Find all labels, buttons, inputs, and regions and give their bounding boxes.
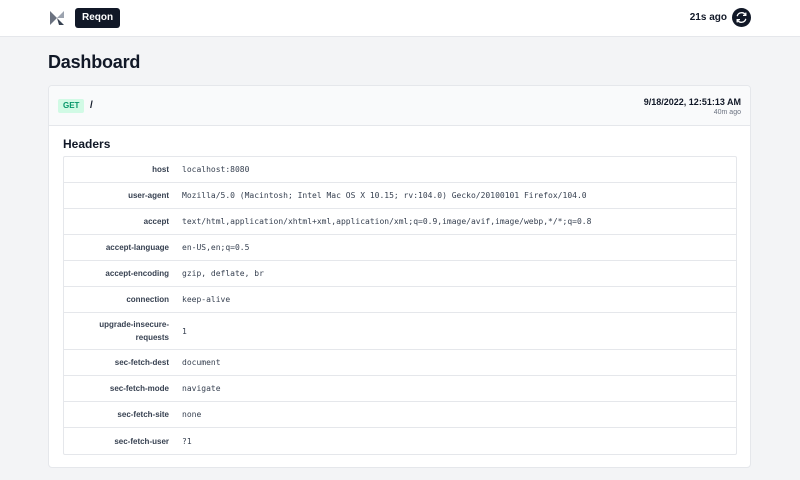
header-key: host <box>152 165 169 174</box>
header-key: upgrade-insecure-requests <box>99 320 169 342</box>
header-value: navigate <box>182 384 221 393</box>
table-row: accept-encoding gzip, deflate, br <box>64 261 736 287</box>
header-key: sec-fetch-site <box>117 410 169 419</box>
header-key: connection <box>126 295 169 304</box>
headers-section-title: Headers <box>63 137 111 151</box>
header-key: sec-fetch-user <box>114 436 169 446</box>
last-updated-text: 21s ago <box>689 12 727 23</box>
header-value: localhost:8080 <box>182 165 250 174</box>
header-value: ?1 <box>182 436 192 446</box>
header-value: en-US,en;q=0.5 <box>182 243 250 252</box>
request-card: GET / 9/18/2022, 12:51:13 AM 40m ago Hea… <box>48 85 751 468</box>
header-key: sec-fetch-mode <box>109 384 169 393</box>
request-card-header[interactable]: GET / 9/18/2022, 12:51:13 AM 40m ago <box>49 86 750 126</box>
table-row: accept-language en-US,en;q=0.5 <box>64 235 736 261</box>
method-badge: GET <box>58 99 85 113</box>
table-row: host localhost:8080 <box>64 157 736 183</box>
header-key: accept <box>143 217 169 226</box>
table-row: connection keep-alive <box>64 287 736 313</box>
table-row: upgrade-insecure-requests 1 <box>64 313 736 350</box>
header-key: accept-language <box>105 243 169 252</box>
request-path: / <box>90 100 93 111</box>
headers-table: host localhost:8080 user-agent Mozilla/5… <box>63 156 737 455</box>
table-row: sec-fetch-mode navigate <box>64 376 736 402</box>
table-row: user-agent Mozilla/5.0 (Macintosh; Intel… <box>64 183 736 209</box>
refresh-icon <box>736 12 747 23</box>
table-row: accept text/html,application/xhtml+xml,a… <box>64 209 736 235</box>
reqon-logo-icon[interactable] <box>48 9 66 27</box>
header-value: text/html,application/xhtml+xml,applicat… <box>182 217 592 226</box>
refresh-button[interactable] <box>732 8 751 27</box>
header-key: accept-encoding <box>105 269 169 278</box>
top-bar: Reqon 21s ago <box>0 0 800 37</box>
request-timestamp: 9/18/2022, 12:51:13 AM <box>643 97 741 107</box>
header-value: keep-alive <box>182 295 231 304</box>
header-value: gzip, deflate, br <box>182 269 264 278</box>
header-key: user-agent <box>128 191 169 200</box>
request-age: 40m ago <box>713 109 741 116</box>
header-value: Mozilla/5.0 (Macintosh; Intel Mac OS X 1… <box>182 191 587 200</box>
header-value: document <box>182 358 221 367</box>
page-title: Dashboard <box>48 52 141 72</box>
header-value: none <box>182 410 202 419</box>
table-row: sec-fetch-site none <box>64 402 736 428</box>
table-row: sec-fetch-user ?1 <box>64 428 736 454</box>
header-value: 1 <box>182 326 187 336</box>
header-key: sec-fetch-dest <box>114 358 169 367</box>
brand-badge[interactable]: Reqon <box>75 8 121 28</box>
table-row: sec-fetch-dest document <box>64 350 736 376</box>
